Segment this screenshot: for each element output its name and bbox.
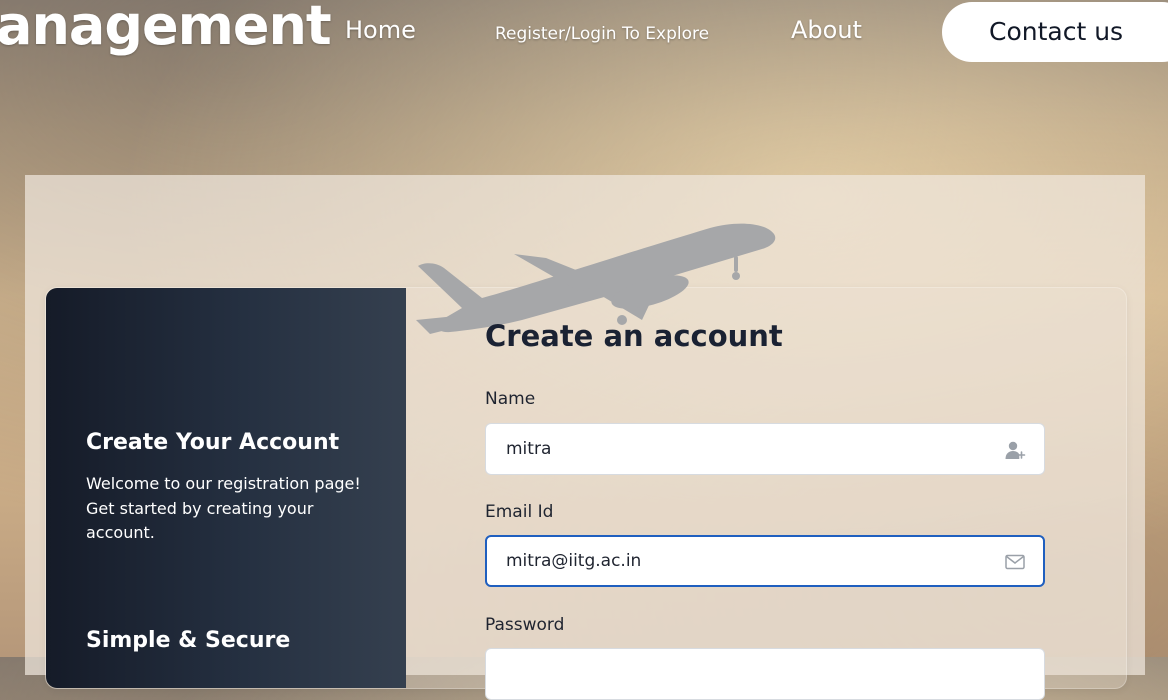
brand-title: anagement <box>0 0 332 57</box>
email-field[interactable] <box>485 535 1045 587</box>
name-field[interactable] <box>485 423 1045 475</box>
nav-register-login-link[interactable]: Register/Login To Explore <box>495 24 709 44</box>
sidebar-description: Welcome to our registration page! Get st… <box>86 474 361 542</box>
sidebar-subtitle: Simple & Secure <box>86 628 291 653</box>
name-label: Name <box>485 389 536 409</box>
top-navbar: anagement Home Register/Login To Explore… <box>0 0 1168 80</box>
password-label: Password <box>485 615 565 635</box>
password-field[interactable] <box>485 648 1045 700</box>
nav-about-link[interactable]: About <box>791 16 862 44</box>
mail-icon <box>1005 554 1025 570</box>
add-user-icon <box>1005 441 1026 459</box>
info-sidebar: Create Your Account Welcome to our regis… <box>46 288 406 688</box>
email-label: Email Id <box>485 502 554 522</box>
email-input[interactable] <box>506 537 976 585</box>
name-input[interactable] <box>506 424 976 474</box>
sidebar-title: Create Your Account <box>86 430 340 455</box>
form-title: Create an account <box>485 319 783 353</box>
nav-home-link[interactable]: Home <box>345 16 416 44</box>
contact-us-button[interactable]: Contact us <box>942 2 1168 62</box>
